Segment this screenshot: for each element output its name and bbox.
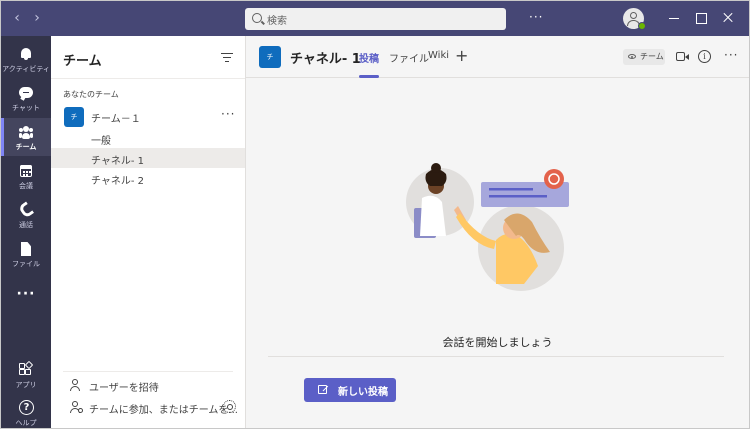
help-icon: ? bbox=[19, 400, 34, 415]
close-button[interactable] bbox=[719, 9, 737, 27]
app-bar: アクティビティ チャット チーム 会議 通話 ファイル ··· アプリ ? ヘル… bbox=[1, 36, 51, 428]
team-more-options-button[interactable]: ··· bbox=[221, 107, 235, 121]
team-visibility-chip[interactable]: チーム bbox=[623, 49, 665, 65]
divider bbox=[51, 78, 245, 79]
channel-item-channel-2[interactable]: チャネル- 2 bbox=[51, 168, 245, 188]
people-add-icon bbox=[69, 401, 83, 414]
chevron-left-icon[interactable]: ‹ bbox=[9, 10, 25, 26]
appbar-activity[interactable]: アクティビティ bbox=[1, 40, 51, 78]
tab-posts[interactable]: 投稿 bbox=[359, 50, 379, 65]
more-options-button[interactable]: ··· bbox=[724, 48, 738, 62]
teams-window: ‹ › 検索 ··· アクティビティ チャット チーム 会議 通話 ファイル ·… bbox=[0, 0, 750, 429]
appbar-teams[interactable]: チーム bbox=[1, 118, 51, 156]
minimize-button[interactable] bbox=[665, 9, 683, 27]
tab-wiki[interactable]: Wiki bbox=[428, 50, 449, 61]
appbar-label: チャット bbox=[12, 104, 40, 112]
bell-icon bbox=[19, 47, 33, 61]
appbar-label: アクティビティ bbox=[2, 65, 50, 73]
channel-team-avatar: チ bbox=[259, 46, 281, 68]
chat-icon bbox=[19, 86, 33, 101]
add-tab-button[interactable]: + bbox=[455, 46, 468, 65]
compose-icon bbox=[318, 385, 327, 394]
teams-list-panel: チーム あなたのチーム チ チーム－１ ··· 一般 チャネル- 1 チャネル-… bbox=[51, 36, 246, 428]
chevron-right-icon[interactable]: › bbox=[29, 10, 45, 26]
appbar-chat[interactable]: チャット bbox=[1, 79, 51, 117]
team-avatar: チ bbox=[64, 107, 84, 127]
appbar-label: 会議 bbox=[19, 182, 33, 190]
appbar-label: ヘルプ bbox=[15, 419, 37, 427]
gear-icon[interactable] bbox=[223, 400, 236, 413]
join-or-create-team-button[interactable]: チームに参加、またはチームを... bbox=[51, 398, 245, 418]
channel-label: チャネル- 2 bbox=[91, 176, 145, 187]
filter-icon[interactable] bbox=[221, 53, 233, 63]
invite-label: ユーザーを招待 bbox=[89, 383, 159, 394]
team-name: チーム－１ bbox=[91, 114, 141, 125]
maximize-button[interactable] bbox=[692, 9, 710, 27]
new-post-button[interactable]: 新しい投稿 bbox=[304, 378, 396, 402]
appbar-files[interactable]: ファイル bbox=[1, 235, 51, 273]
appbar-label: アプリ bbox=[15, 381, 37, 389]
search-icon bbox=[252, 13, 262, 23]
divider bbox=[268, 356, 724, 357]
empty-state-title: 会話を開始しましょう bbox=[442, 336, 553, 349]
eye-icon bbox=[628, 54, 636, 59]
more-icon: ··· bbox=[16, 286, 36, 302]
teams-icon bbox=[19, 125, 33, 139]
title-bar: ‹ › 検索 ··· bbox=[1, 1, 749, 36]
appbar-label: 通話 bbox=[19, 221, 33, 229]
calendar-icon bbox=[19, 164, 33, 178]
file-icon bbox=[19, 242, 33, 256]
divider bbox=[63, 371, 233, 372]
video-icon[interactable] bbox=[676, 52, 689, 61]
apps-icon bbox=[19, 360, 34, 377]
team-chip-label: チーム bbox=[640, 52, 664, 61]
channel-item-general[interactable]: 一般 bbox=[51, 128, 245, 148]
info-icon[interactable]: i bbox=[698, 50, 711, 63]
appbar-calls[interactable]: 通話 bbox=[1, 196, 51, 234]
search-placeholder: 検索 bbox=[267, 16, 287, 27]
empty-state-illustration bbox=[406, 163, 569, 291]
appbar-label: チーム bbox=[15, 143, 37, 151]
join-label: チームに参加、またはチームを... bbox=[89, 405, 238, 416]
section-label: あなたのチーム bbox=[63, 90, 119, 99]
channel-item-channel-1[interactable]: チャネル- 1 bbox=[51, 148, 245, 168]
page-title: チャネル- 1 bbox=[290, 52, 361, 67]
more-options-button[interactable]: ··· bbox=[529, 10, 543, 24]
invite-user-button[interactable]: ユーザーを招待 bbox=[51, 376, 245, 396]
appbar-label: ファイル bbox=[12, 260, 40, 268]
team-item[interactable]: チ チーム－１ ··· bbox=[51, 106, 245, 128]
channel-label: チャネル- 1 bbox=[91, 156, 145, 167]
add-person-icon bbox=[69, 379, 82, 392]
channel-label: 一般 bbox=[91, 136, 111, 147]
channel-main: チ チャネル- 1 投稿 ファイル Wiki + チーム i ··· 会話を開始… bbox=[246, 36, 749, 428]
appbar-more[interactable]: ··· bbox=[1, 274, 51, 312]
appbar-apps[interactable]: アプリ bbox=[1, 356, 51, 394]
new-post-label: 新しい投稿 bbox=[338, 387, 388, 398]
presence-available-icon bbox=[638, 22, 646, 30]
appbar-help[interactable]: ? ヘルプ bbox=[1, 394, 51, 428]
appbar-meetings[interactable]: 会議 bbox=[1, 157, 51, 195]
panel-title: チーム bbox=[63, 54, 102, 69]
active-tab-indicator bbox=[359, 75, 379, 78]
channel-header: チ チャネル- 1 投稿 ファイル Wiki + チーム i ··· bbox=[246, 36, 749, 78]
tab-files[interactable]: ファイル bbox=[389, 50, 429, 65]
search-input[interactable]: 検索 bbox=[245, 8, 506, 30]
phone-icon bbox=[17, 201, 35, 219]
